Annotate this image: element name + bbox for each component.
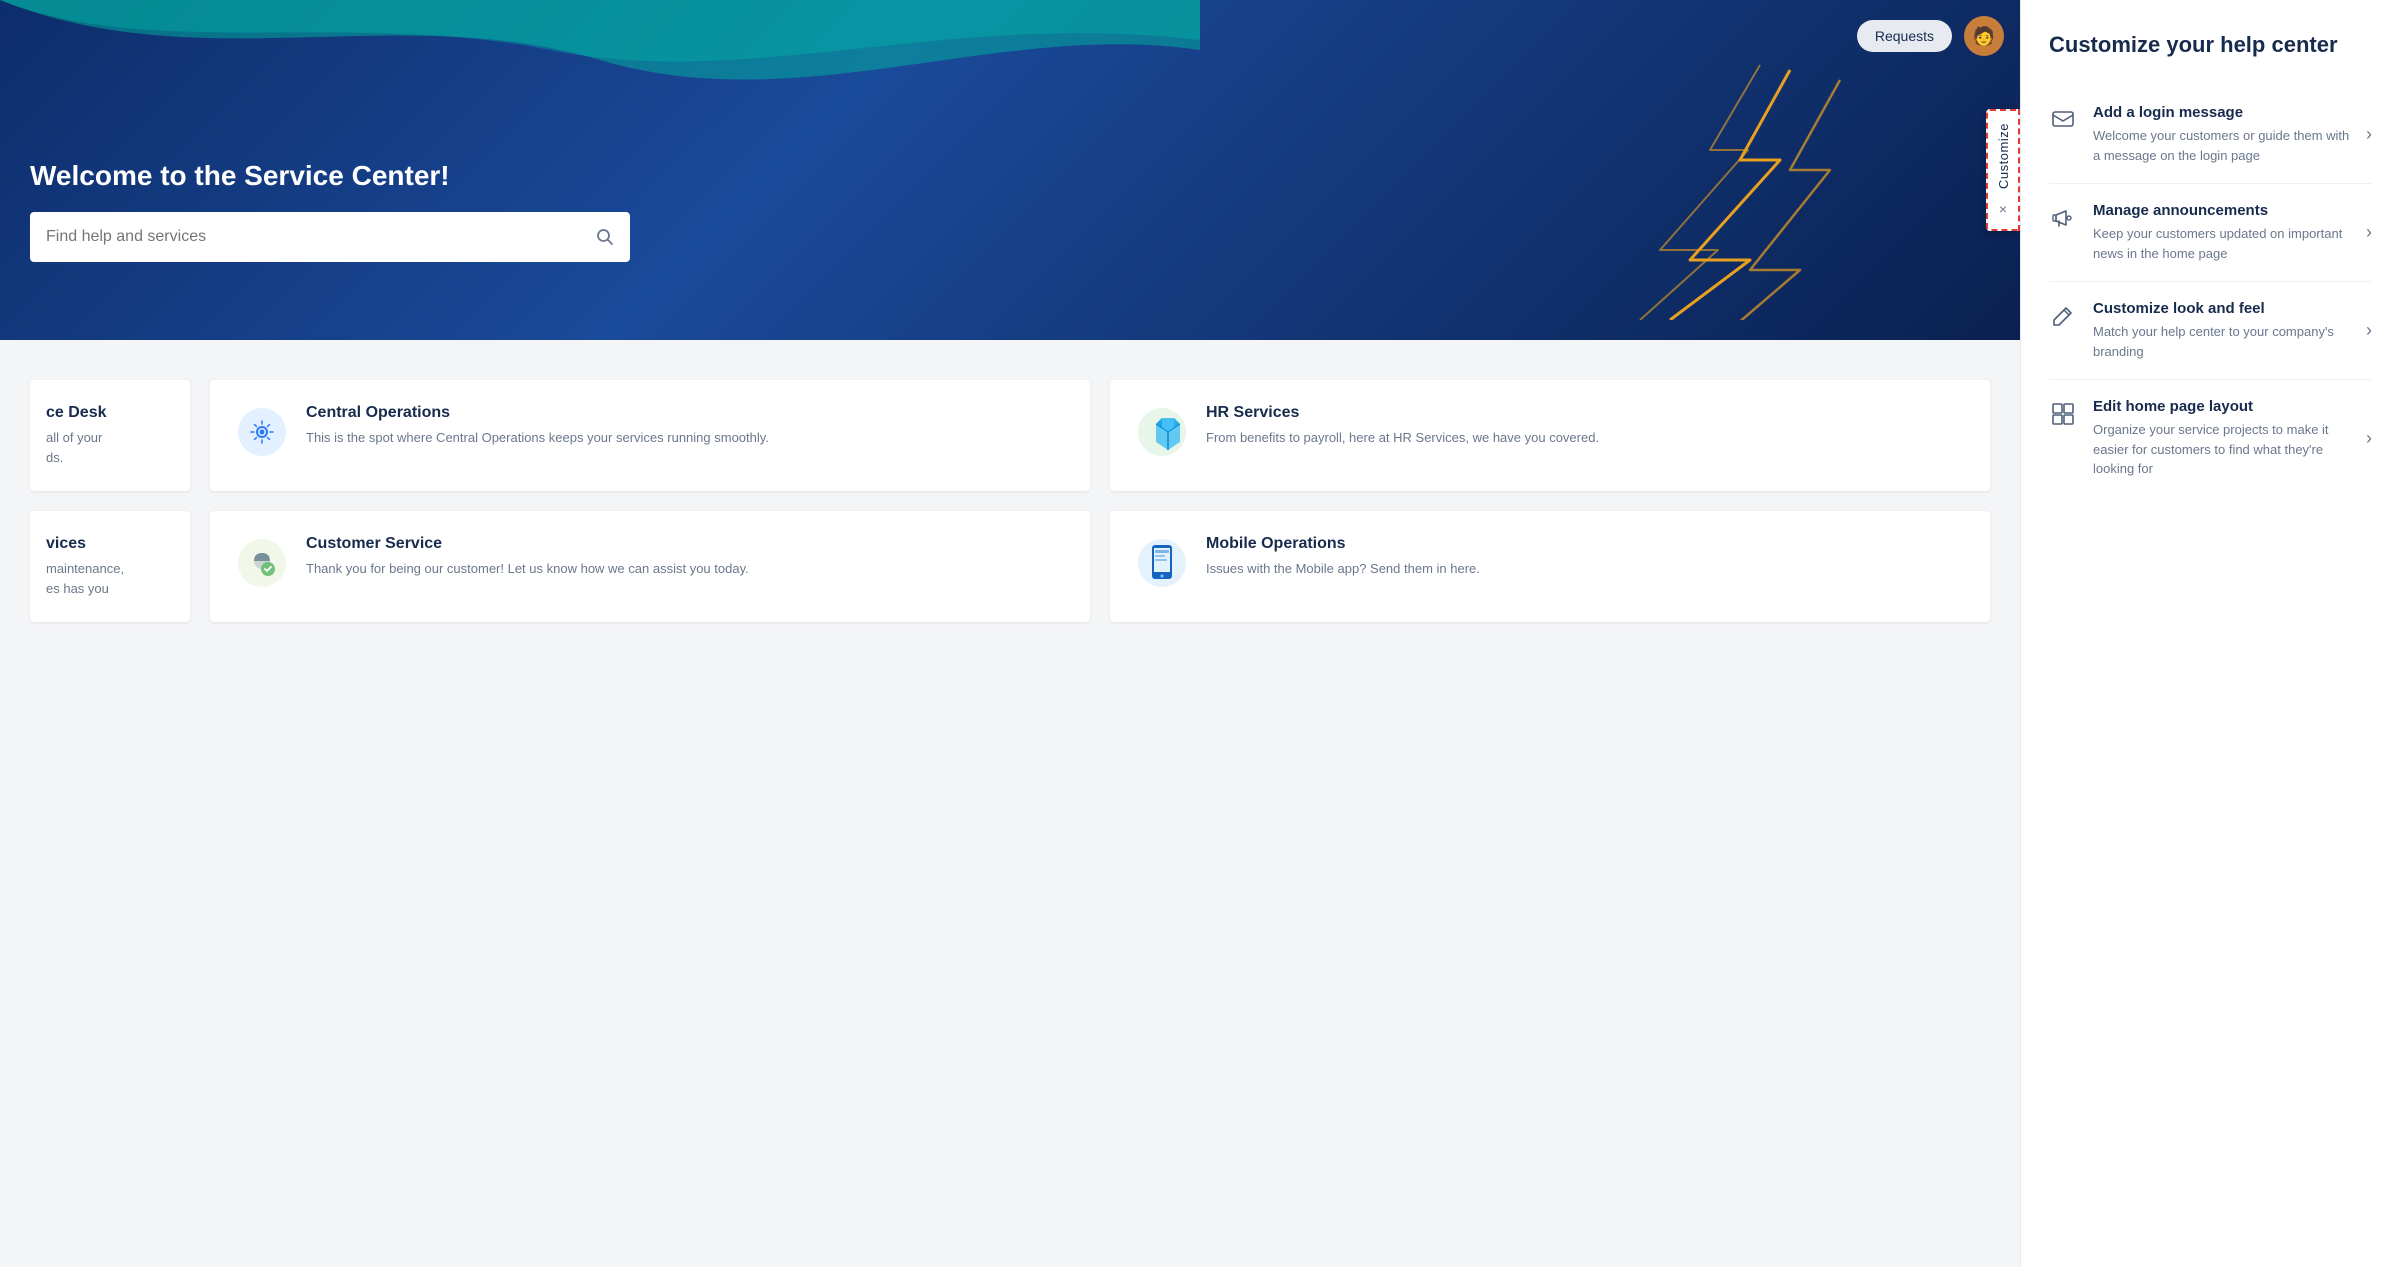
card-customer-service-title: Customer Service xyxy=(306,535,749,553)
card-central-operations-title: Central Operations xyxy=(306,404,769,422)
card-hr-services[interactable]: HR Services From benefits to payroll, he… xyxy=(1110,380,1990,491)
right-panel: Customize your help center Add a login m… xyxy=(2020,0,2400,1267)
hero-title: Welcome to the Service Center! xyxy=(30,160,1980,192)
card-it-service-desk-partial[interactable]: ce Desk all of yourds. xyxy=(30,380,190,491)
card-mobile-operations-desc: Issues with the Mobile app? Send them in… xyxy=(1206,559,1480,579)
customize-tab-close[interactable]: × xyxy=(1999,201,2007,217)
card-hr-services-title: HR Services xyxy=(1206,404,1599,422)
arrow-icon-login: › xyxy=(2366,124,2372,145)
panel-item-title-announcements: Manage announcements xyxy=(2093,202,2350,219)
panel-item-text-announcements: Manage announcements Keep your customers… xyxy=(2093,202,2350,263)
card-partial-desc-1: all of yourds. xyxy=(46,428,174,467)
central-operations-icon xyxy=(234,404,290,460)
panel-item-title-home-layout: Edit home page layout xyxy=(2093,398,2350,415)
card-partial-desc-2: maintenance,es has you xyxy=(46,559,174,598)
card-customer-service-text: Customer Service Thank you for being our… xyxy=(306,535,749,579)
panel-item-text-customize: Customize look and feel Match your help … xyxy=(2093,300,2350,361)
cards-row-2: vices maintenance,es has you xyxy=(30,511,1990,622)
card-partial-title-1: ce Desk xyxy=(46,404,174,422)
requests-button[interactable]: Requests xyxy=(1857,20,1952,52)
panel-item-add-login-message[interactable]: Add a login message Welcome your custome… xyxy=(2049,86,2372,184)
panel-title: Customize your help center xyxy=(2049,32,2372,58)
panel-item-title-customize: Customize look and feel xyxy=(2093,300,2350,317)
search-icon xyxy=(596,228,614,246)
card-central-operations[interactable]: Central Operations This is the spot wher… xyxy=(210,380,1090,491)
panel-item-text-login: Add a login message Welcome your custome… xyxy=(2093,104,2350,165)
panel-item-desc-customize: Match your help center to your company's… xyxy=(2093,322,2350,361)
panel-item-desc-home-layout: Organize your service projects to make i… xyxy=(2093,420,2350,479)
card-mobile-operations[interactable]: Mobile Operations Issues with the Mobile… xyxy=(1110,511,1990,622)
panel-item-text-home-layout: Edit home page layout Organize your serv… xyxy=(2093,398,2350,479)
hr-services-icon xyxy=(1134,404,1190,460)
mobile-operations-icon xyxy=(1134,535,1190,591)
search-bar xyxy=(30,212,630,262)
customer-service-icon xyxy=(234,535,290,591)
card-it-services-partial-2[interactable]: vices maintenance,es has you xyxy=(30,511,190,622)
panel-item-title-login: Add a login message xyxy=(2093,104,2350,121)
card-mobile-operations-text: Mobile Operations Issues with the Mobile… xyxy=(1206,535,1480,579)
cards-row-1: ce Desk all of yourds. Cent xyxy=(30,380,1990,491)
main-content: Requests 🧑 Customize × Welcome to the Se… xyxy=(0,0,2020,1267)
panel-item-desc-announcements: Keep your customers updated on important… xyxy=(2093,224,2350,263)
customize-tab-label: Customize xyxy=(1996,123,2011,189)
card-hr-services-text: HR Services From benefits to payroll, he… xyxy=(1206,404,1599,448)
hero-top-right: Requests 🧑 xyxy=(1857,16,2004,56)
card-customer-service[interactable]: Customer Service Thank you for being our… xyxy=(210,511,1090,622)
pencil-icon xyxy=(2049,302,2077,330)
search-input[interactable] xyxy=(46,228,596,246)
card-central-operations-text: Central Operations This is the spot wher… xyxy=(306,404,769,448)
customize-tab[interactable]: Customize × xyxy=(1986,109,2020,231)
card-mobile-operations-title: Mobile Operations xyxy=(1206,535,1480,553)
hero-section: Requests 🧑 Customize × Welcome to the Se… xyxy=(0,0,2020,340)
card-customer-service-desc: Thank you for being our customer! Let us… xyxy=(306,559,749,579)
arrow-icon-home-layout: › xyxy=(2366,428,2372,449)
message-icon xyxy=(2049,106,2077,134)
user-avatar[interactable]: 🧑 xyxy=(1964,16,2004,56)
grid-icon xyxy=(2049,400,2077,428)
panel-item-desc-login: Welcome your customers or guide them wit… xyxy=(2093,126,2350,165)
panel-item-manage-announcements[interactable]: Manage announcements Keep your customers… xyxy=(2049,184,2372,282)
arrow-icon-customize: › xyxy=(2366,320,2372,341)
hero-content: Welcome to the Service Center! xyxy=(0,0,2020,302)
card-partial-title-2: vices xyxy=(46,535,174,553)
megaphone-icon xyxy=(2049,204,2077,232)
card-central-operations-desc: This is the spot where Central Operation… xyxy=(306,428,769,448)
panel-item-edit-home-layout[interactable]: Edit home page layout Organize your serv… xyxy=(2049,380,2372,497)
arrow-icon-announcements: › xyxy=(2366,222,2372,243)
cards-section: ce Desk all of yourds. Cent xyxy=(0,340,2020,1267)
panel-item-customize-look[interactable]: Customize look and feel Match your help … xyxy=(2049,282,2372,380)
card-hr-services-desc: From benefits to payroll, here at HR Ser… xyxy=(1206,428,1599,448)
